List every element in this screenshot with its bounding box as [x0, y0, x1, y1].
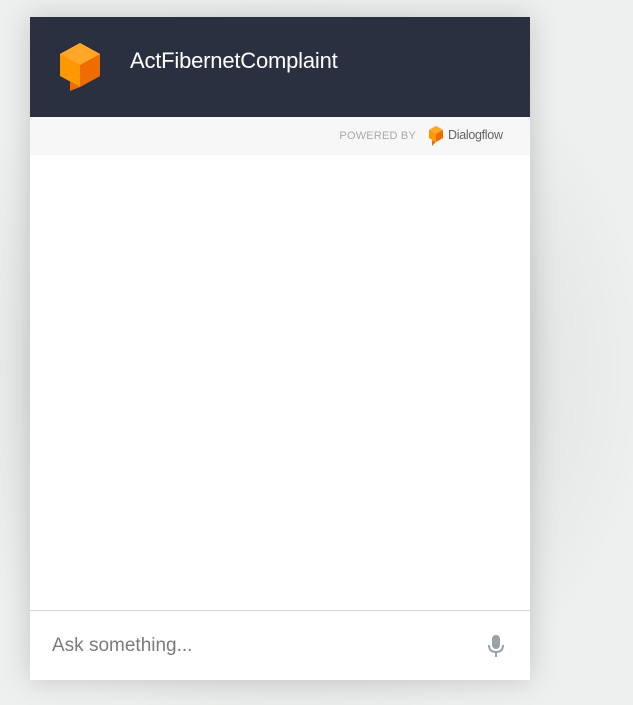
query-input-bar [30, 610, 530, 680]
agent-name-title: ActFibernetComplaint [130, 48, 338, 73]
microphone-icon[interactable] [484, 633, 508, 659]
dialogflow-cube-icon [60, 43, 100, 91]
dialogflow-chat-widget: ActFibernetComplaint POWERED BY Dialogfl… [30, 17, 530, 680]
query-input[interactable] [50, 629, 474, 663]
powered-by-label: POWERED BY [339, 130, 416, 142]
dialogflow-logo-icon [429, 126, 443, 146]
chat-header: ActFibernetComplaint [30, 17, 530, 117]
powered-by-bar: POWERED BY Dialogflow [30, 117, 530, 155]
dialogflow-brand-name: Dialogflow [448, 128, 503, 142]
conversation-area[interactable] [30, 155, 530, 610]
